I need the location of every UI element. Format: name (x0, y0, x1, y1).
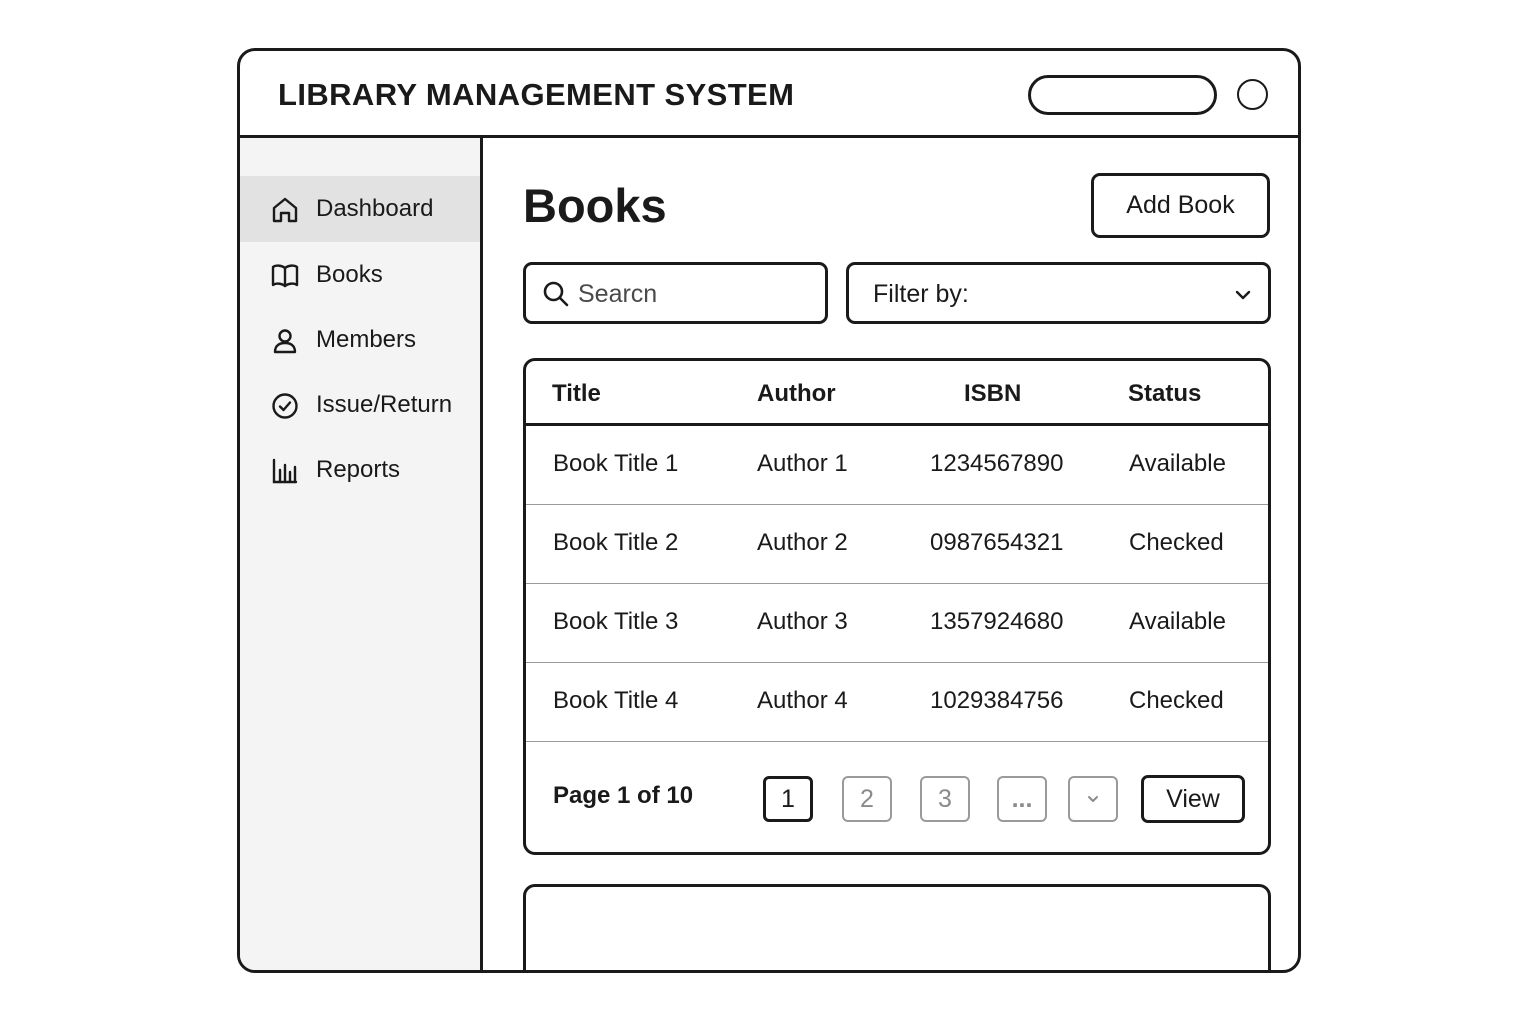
cell-isbn: 0987654321 (930, 529, 1064, 556)
check-circle-icon (270, 391, 300, 421)
column-header-title[interactable]: Title (552, 380, 601, 408)
cell-title: Book Title 4 (553, 687, 679, 714)
cell-status: Checked (1129, 687, 1224, 714)
cell-status: Available (1129, 450, 1226, 477)
profile-avatar[interactable] (1237, 79, 1268, 110)
page-ellipsis-button[interactable]: ... (997, 776, 1047, 822)
sidebar-item-books[interactable]: Books (240, 242, 480, 308)
table-row[interactable]: Book Title 2 Author 2 0987654321 Checked (526, 505, 1268, 584)
book-icon (270, 261, 300, 291)
page-button-1[interactable]: 1 (763, 776, 813, 822)
cell-title: Book Title 3 (553, 608, 679, 635)
column-header-status[interactable]: Status (1128, 380, 1201, 408)
page-button-2[interactable]: 2 (842, 776, 892, 822)
secondary-panel (523, 884, 1271, 970)
sidebar-item-label: Issue/Return (316, 391, 453, 418)
cell-title: Book Title 1 (553, 450, 679, 477)
cell-author: Author 4 (757, 687, 848, 714)
table-row[interactable]: Book Title 4 Author 4 1029384756 Checked (526, 663, 1268, 742)
sidebar-item-label: Members (316, 326, 417, 353)
cell-isbn: 1029384756 (930, 687, 1064, 714)
cell-isbn: 1357924680 (930, 608, 1064, 635)
cell-status: Available (1129, 608, 1226, 635)
sidebar-item-reports[interactable]: Reports (240, 437, 480, 503)
column-header-isbn[interactable]: ISBN (964, 380, 1021, 408)
cell-title: Book Title 2 (553, 529, 679, 556)
table-header: Title Author ISBN Status (526, 361, 1268, 426)
search-icon (542, 280, 570, 308)
sidebar: Dashboard Books Members Issue/Return Rep… (240, 138, 483, 970)
column-header-author[interactable]: Author (757, 380, 836, 408)
chevron-down-icon (1088, 796, 1098, 802)
cell-isbn: 1234567890 (930, 450, 1064, 477)
page-chevron-button[interactable] (1068, 776, 1118, 822)
sidebar-item-label: Reports (316, 456, 401, 483)
cell-author: Author 1 (757, 450, 848, 477)
page-button-3[interactable]: 3 (920, 776, 970, 822)
user-icon (270, 326, 300, 356)
sidebar-item-issue-return[interactable]: Issue/Return (240, 372, 480, 438)
main-content: Books Add Book Filter by: Title Aut (483, 138, 1298, 970)
app-window: LIBRARY MANAGEMENT SYSTEM Dashboard Book… (237, 48, 1301, 973)
cell-author: Author 3 (757, 608, 848, 635)
search-input[interactable] (578, 269, 818, 319)
search-field[interactable] (523, 262, 828, 324)
view-button[interactable]: View (1141, 775, 1245, 823)
table-row[interactable]: Book Title 3 Author 3 1357924680 Availab… (526, 584, 1268, 663)
bar-chart-icon (270, 456, 300, 486)
cell-status: Checked (1129, 529, 1224, 556)
cell-author: Author 2 (757, 529, 848, 556)
sidebar-item-label: Dashboard (316, 195, 434, 222)
filter-dropdown[interactable]: Filter by: (846, 262, 1271, 324)
filter-label: Filter by: (873, 280, 969, 308)
books-table: Title Author ISBN Status Book Title 1 Au… (523, 358, 1271, 855)
chevron-down-icon (1232, 284, 1254, 306)
app-title: LIBRARY MANAGEMENT SYSTEM (278, 77, 795, 112)
add-book-button[interactable]: Add Book (1091, 173, 1270, 238)
sidebar-item-members[interactable]: Members (240, 307, 480, 373)
pagination-label: Page 1 of 10 (553, 782, 694, 809)
sidebar-item-label: Books (316, 261, 383, 288)
page-title: Books (523, 179, 667, 232)
home-icon (270, 195, 300, 225)
app-header: LIBRARY MANAGEMENT SYSTEM (240, 51, 1298, 138)
header-search-pill[interactable] (1028, 75, 1217, 115)
sidebar-item-dashboard[interactable]: Dashboard (240, 176, 480, 242)
table-row[interactable]: Book Title 1 Author 1 1234567890 Availab… (526, 426, 1268, 505)
